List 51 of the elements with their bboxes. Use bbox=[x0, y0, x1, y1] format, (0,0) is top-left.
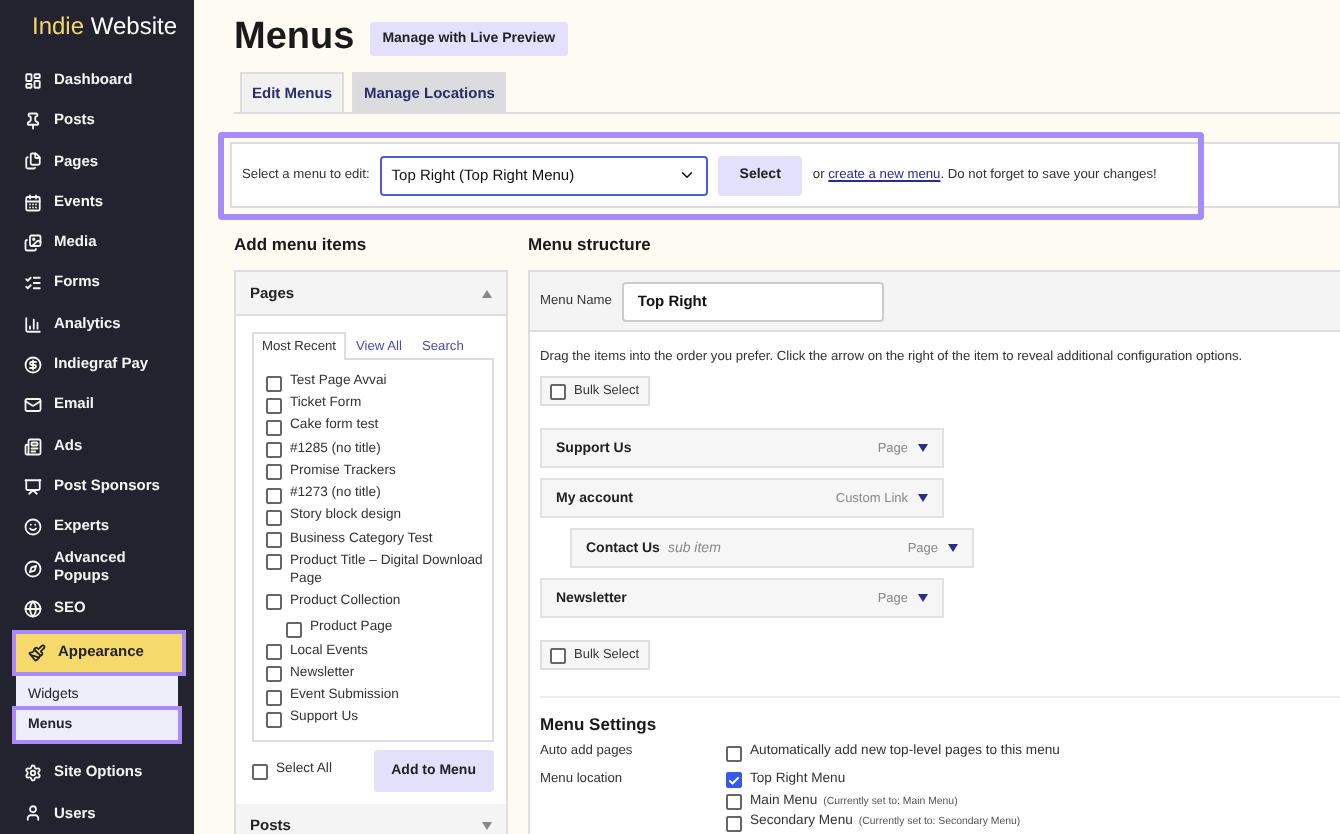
compass-icon bbox=[24, 559, 42, 578]
caret-down-icon[interactable] bbox=[948, 544, 958, 552]
mail-icon bbox=[24, 396, 42, 415]
caret-down-icon[interactable] bbox=[918, 494, 928, 502]
settings-icon bbox=[24, 764, 42, 782]
checkbox[interactable] bbox=[266, 644, 282, 661]
checkbox[interactable] bbox=[726, 815, 742, 832]
list-icon bbox=[24, 274, 42, 293]
checkbox[interactable] bbox=[266, 397, 282, 414]
dashboard-icon bbox=[24, 71, 42, 90]
caret-down-icon bbox=[482, 821, 492, 830]
checkbox[interactable] bbox=[550, 383, 566, 400]
checkbox[interactable] bbox=[266, 689, 282, 706]
globe-icon bbox=[24, 599, 42, 618]
checkbox[interactable] bbox=[726, 772, 742, 789]
dollar-icon bbox=[24, 355, 42, 374]
checkbox[interactable] bbox=[550, 647, 566, 664]
caret-down-icon[interactable] bbox=[918, 594, 928, 602]
caret-up-icon bbox=[482, 289, 492, 297]
checkbox[interactable] bbox=[726, 745, 742, 761]
smile-icon bbox=[24, 518, 42, 537]
section-heading: Add menu items bbox=[234, 234, 369, 258]
brand-logo: Indie Website bbox=[30, 12, 180, 44]
user-icon bbox=[24, 804, 42, 823]
checkbox[interactable] bbox=[266, 666, 282, 683]
checkbox[interactable] bbox=[252, 763, 268, 780]
bar-chart-icon bbox=[24, 315, 42, 334]
checkbox[interactable] bbox=[266, 464, 282, 481]
checkbox[interactable] bbox=[266, 509, 282, 526]
newspaper-icon bbox=[24, 437, 42, 456]
checkbox[interactable] bbox=[266, 554, 282, 571]
calendar-icon bbox=[24, 193, 42, 212]
settings-heading: Menu Settings bbox=[540, 714, 659, 734]
checkbox[interactable] bbox=[266, 532, 282, 549]
images-icon bbox=[24, 233, 42, 252]
chevron-down-icon bbox=[677, 166, 696, 184]
checkbox[interactable] bbox=[266, 419, 282, 436]
checkbox[interactable] bbox=[266, 594, 282, 611]
checkbox[interactable] bbox=[266, 487, 282, 504]
presentation-icon bbox=[24, 477, 42, 496]
checkbox[interactable] bbox=[266, 375, 282, 391]
pin-icon bbox=[24, 111, 42, 130]
page-title: Menus bbox=[234, 16, 355, 60]
checkbox[interactable] bbox=[266, 442, 282, 459]
caret-down-icon[interactable] bbox=[918, 444, 928, 452]
checkbox[interactable] bbox=[286, 621, 302, 638]
checkbox[interactable] bbox=[726, 794, 742, 811]
section-heading: Menu structure bbox=[528, 234, 653, 258]
pages-icon bbox=[24, 152, 42, 171]
paintbrush-icon bbox=[28, 643, 46, 662]
checkbox[interactable] bbox=[266, 711, 282, 728]
